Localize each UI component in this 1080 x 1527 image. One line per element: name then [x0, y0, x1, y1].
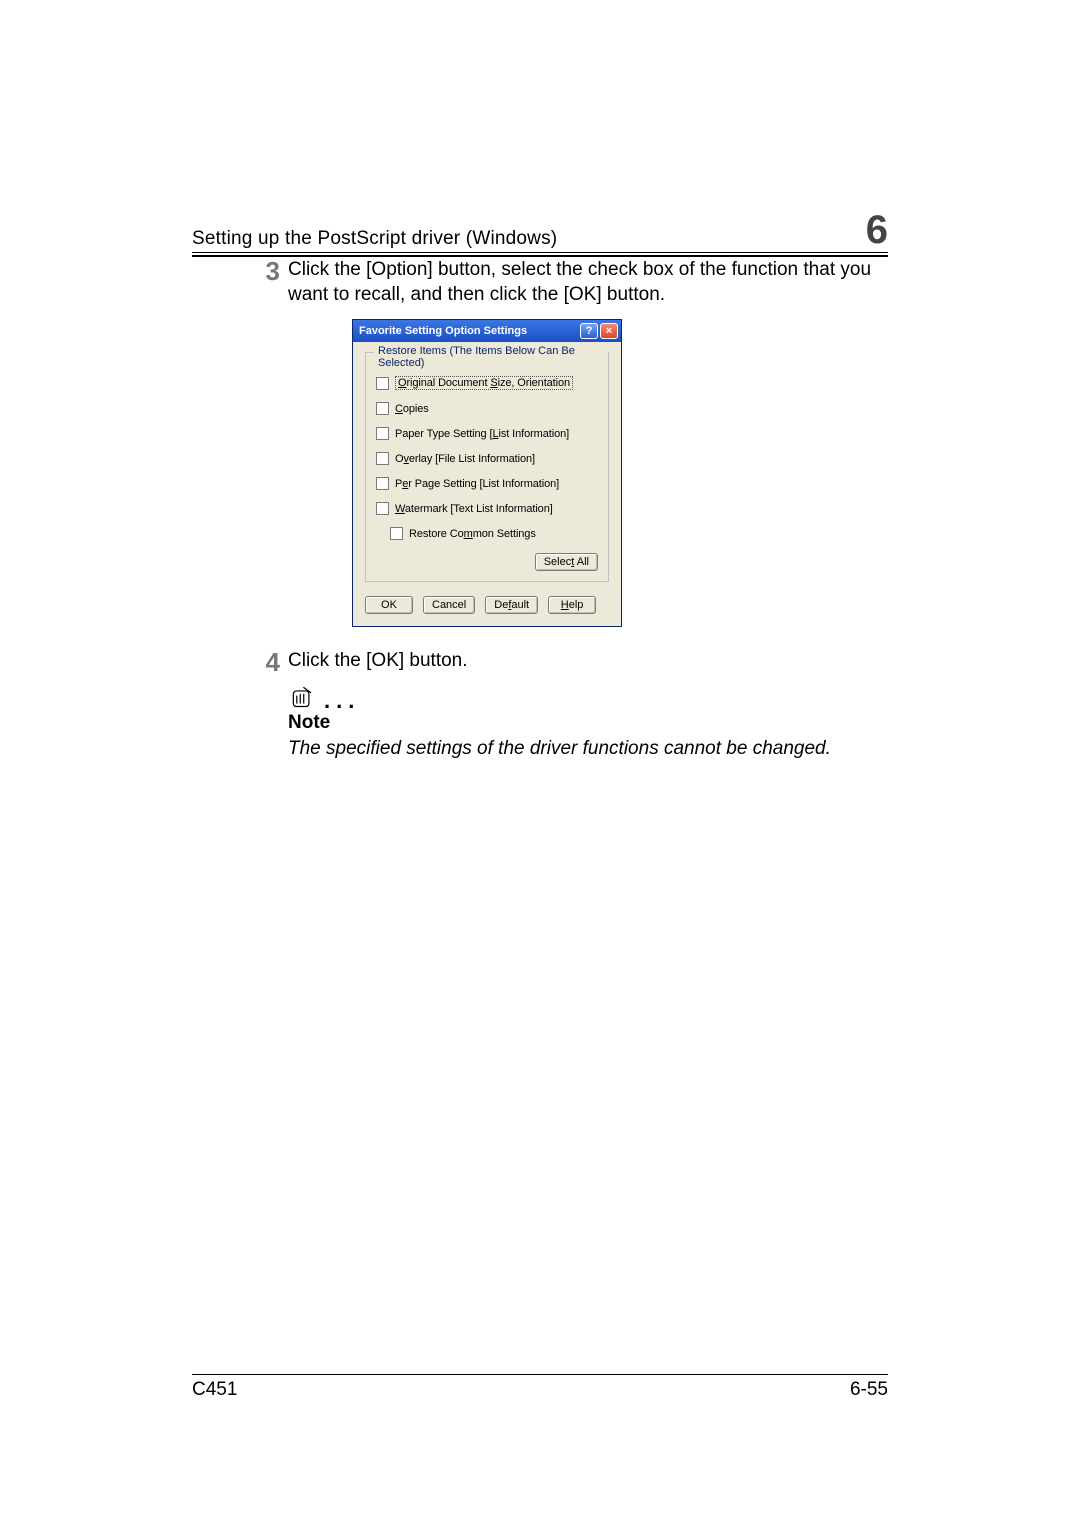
- footer-page-number: 6-55: [850, 1379, 888, 1401]
- close-titlebar-button[interactable]: ×: [600, 323, 618, 339]
- favorite-setting-dialog: Favorite Setting Option Settings ? × Res…: [352, 319, 622, 627]
- checkbox-paper-type[interactable]: [376, 427, 389, 440]
- cancel-button[interactable]: Cancel: [423, 596, 475, 614]
- checkbox-label-copies: Copies: [395, 403, 429, 415]
- checkbox-label-paper-type: Paper Type Setting [List Information]: [395, 428, 569, 440]
- help-button[interactable]: Help: [548, 596, 596, 614]
- note-text: The specified settings of the driver fun…: [288, 738, 888, 760]
- checkbox-row-common[interactable]: Restore Common Settings: [390, 527, 598, 540]
- step-3-text: Click the [Option] button, select the ch…: [288, 258, 888, 307]
- restore-items-groupbox: Restore Items (The Items Below Can Be Se…: [365, 352, 609, 582]
- checkbox-label-per-page: Per Page Setting [List Information]: [395, 478, 559, 490]
- note-hand-icon: [288, 684, 316, 710]
- step-4-number: 4: [250, 647, 280, 678]
- checkbox-label-original: Original Document Size, Orientation: [395, 376, 573, 390]
- checkbox-common[interactable]: [390, 527, 403, 540]
- select-all-button[interactable]: Select All: [535, 553, 598, 571]
- checkbox-overlay[interactable]: [376, 452, 389, 465]
- checkbox-row-paper-type[interactable]: Paper Type Setting [List Information]: [376, 427, 598, 440]
- checkbox-original[interactable]: [376, 377, 389, 390]
- groupbox-legend: Restore Items (The Items Below Can Be Se…: [374, 345, 608, 369]
- header-rule-2: [192, 255, 888, 257]
- step-4: 4 Click the [OK] button.: [288, 649, 888, 674]
- help-titlebar-button[interactable]: ?: [580, 323, 598, 339]
- header-rule-1: [192, 252, 888, 253]
- footer-model: C451: [192, 1379, 237, 1401]
- checkbox-row-overlay[interactable]: Overlay [File List Information]: [376, 452, 598, 465]
- page-header-title: Setting up the PostScript driver (Window…: [192, 228, 557, 250]
- chapter-number: 6: [866, 210, 888, 250]
- dialog-title: Favorite Setting Option Settings: [359, 325, 578, 337]
- checkbox-label-overlay: Overlay [File List Information]: [395, 453, 535, 465]
- checkbox-row-watermark[interactable]: Watermark [Text List Information]: [376, 502, 598, 515]
- checkbox-copies[interactable]: [376, 402, 389, 415]
- footer-rule: [192, 1374, 888, 1375]
- checkbox-row-per-page[interactable]: Per Page Setting [List Information]: [376, 477, 598, 490]
- note-icon-row: ...: [288, 684, 888, 710]
- default-button[interactable]: Default: [485, 596, 538, 614]
- checkbox-row-copies[interactable]: Copies: [376, 402, 598, 415]
- dialog-titlebar: Favorite Setting Option Settings ? ×: [353, 320, 621, 342]
- checkbox-per-page[interactable]: [376, 477, 389, 490]
- step-3-number: 3: [250, 256, 280, 287]
- checkbox-label-watermark: Watermark [Text List Information]: [395, 503, 553, 515]
- checkbox-watermark[interactable]: [376, 502, 389, 515]
- note-dots-icon: ...: [324, 688, 360, 714]
- ok-button[interactable]: OK: [365, 596, 413, 614]
- step-4-text: Click the [OK] button.: [288, 649, 888, 674]
- checkbox-label-common: Restore Common Settings: [409, 528, 536, 540]
- checkbox-row-original[interactable]: Original Document Size, Orientation: [376, 376, 598, 390]
- note-label: Note: [288, 712, 888, 734]
- step-3: 3 Click the [Option] button, select the …: [288, 258, 888, 307]
